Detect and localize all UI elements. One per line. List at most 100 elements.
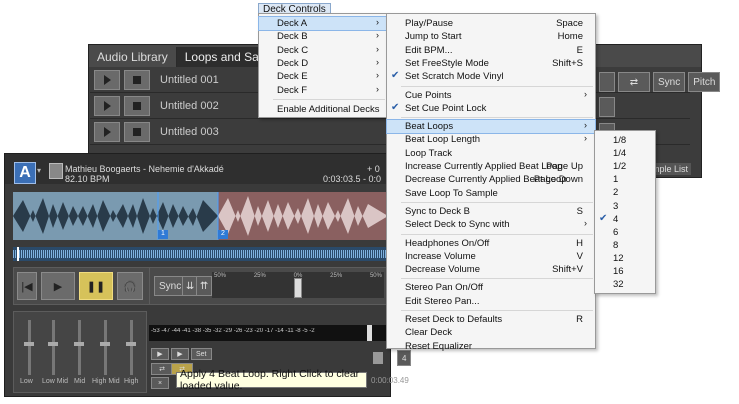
menu-item-jump-to-start[interactable]: Jump to Start Home (387, 30, 595, 43)
menu-item-save-loop-to-sample[interactable]: Save Loop To Sample (387, 187, 595, 200)
menu-item-headphones-on-off[interactable]: Headphones On/Off H (387, 237, 595, 250)
play-button[interactable] (94, 122, 120, 142)
menu-item-deck-c[interactable]: Deck C › (259, 44, 387, 57)
menu-item-reset-deck-to-defaults[interactable]: Reset Deck to Defaults R (387, 313, 595, 326)
menu-item-label: 12 (613, 252, 624, 264)
fader-knob[interactable] (24, 342, 34, 346)
menu-item-label: 1/4 (613, 148, 627, 160)
menu-item-set-cue-point-lock[interactable]: Set Cue Point Lock ✔ (387, 102, 595, 115)
menu-item-12[interactable]: 12 (595, 252, 655, 265)
fader-knob[interactable] (48, 342, 58, 346)
menu-item-16[interactable]: 16 (595, 265, 655, 278)
headphones-button[interactable]: 🎧 (117, 272, 143, 300)
loop-button[interactable]: ⇄ (618, 72, 650, 92)
menu-item-label: 6 (613, 226, 619, 238)
menu-item-decrease-currently-applied-beat-loop[interactable]: Decrease Currently Applied Beat Loop Page… (387, 173, 595, 186)
menu-separator (401, 117, 593, 119)
menu-item-reset-equalizer[interactable]: Reset Equalizer (387, 340, 595, 353)
menu-item-clear-deck[interactable]: Clear Deck (387, 326, 595, 339)
menu-item-1-2[interactable]: 1/2 (595, 160, 655, 173)
menu-item-32[interactable]: 32 (595, 278, 655, 291)
set-button[interactable]: Set (191, 348, 212, 360)
menu-item-deck-e[interactable]: Deck E › (259, 70, 387, 83)
menu-item-increase-volume[interactable]: Increase Volume V (387, 250, 595, 263)
cue-marker-2[interactable]: 2 (218, 230, 228, 239)
menu-item-edit-bpm[interactable]: Edit BPM... E (387, 44, 595, 57)
eq-fader-high[interactable] (126, 320, 136, 375)
eq-fader-high-mid[interactable] (100, 320, 110, 375)
menu-item-enable-additional-decks[interactable]: Enable Additional Decks (259, 103, 387, 116)
menu-item-deck-b[interactable]: Deck B › (259, 30, 387, 43)
menu-item-loop-track[interactable]: Loop Track (387, 147, 595, 160)
loop-step-button[interactable]: ▶ (171, 348, 189, 360)
rewind-button[interactable]: |◀ (17, 272, 37, 300)
menu-item-deck-d[interactable]: Deck D › (259, 57, 387, 70)
menu-item-shortcut: E (576, 44, 583, 56)
deck-letter[interactable]: A (14, 162, 36, 184)
menu-item-stereo-pan-on-off[interactable]: Stereo Pan On/Off (387, 281, 595, 294)
menu-item-set-freestyle-mode[interactable]: Set FreeStyle Mode Shift+S (387, 57, 595, 70)
pitch-slider[interactable]: 50% 25% 0% 25% 50% (212, 272, 384, 298)
menu-item-6[interactable]: 6 (595, 226, 655, 239)
menu-item-decrease-volume[interactable]: Decrease Volume Shift+V (387, 263, 595, 276)
menu-item-select-deck-to-sync-with[interactable]: Select Deck to Sync with › (387, 218, 595, 231)
menu-item-play-pause[interactable]: Play/Pause Space (387, 17, 595, 30)
tab-audio-library[interactable]: Audio Library (89, 47, 177, 67)
menu-item-label: Set FreeStyle Mode (405, 57, 489, 69)
dropdown-icon[interactable]: ▾ (37, 166, 41, 175)
menu-item-set-scratch-mode-vinyl[interactable]: Set Scratch Mode Vinyl ✔ (387, 70, 595, 83)
eq-fader-mid[interactable] (74, 320, 84, 375)
submenu-arrow-icon: › (376, 17, 379, 27)
menu-item-edit-stereo-pan[interactable]: Edit Stereo Pan... (387, 295, 595, 308)
menu-item-8[interactable]: 8 (595, 239, 655, 252)
pause-icon: ❚❚ (86, 280, 106, 293)
menu-item-shortcut: R (576, 314, 583, 325)
menu-item-beat-loop-length[interactable]: Beat Loop Length › (387, 133, 595, 146)
play-button[interactable] (94, 96, 120, 116)
play-button[interactable]: ▶ (41, 272, 75, 300)
lock-icon[interactable] (373, 352, 383, 364)
eq-label: Mid (74, 378, 86, 385)
loop-toggle-button[interactable]: ⇄ (151, 363, 173, 375)
menu-item-cue-points[interactable]: Cue Points › (387, 89, 595, 102)
menu-item-1-4[interactable]: 1/4 (595, 147, 655, 160)
menu-item-1-8[interactable]: 1/8 (595, 134, 655, 147)
menu-item-increase-currently-applied-beat-loop[interactable]: Increase Currently Applied Beat Loop Page… (387, 160, 595, 173)
fader-knob[interactable] (100, 342, 110, 346)
menu-item-label: Cue Points (405, 89, 452, 101)
menu-item-2[interactable]: 2 (595, 186, 655, 199)
submenu-arrow-icon: › (376, 43, 379, 54)
play-button[interactable] (94, 70, 120, 90)
menu-item-deck-a[interactable]: Deck A › (258, 16, 388, 31)
sync-button[interactable]: Sync (653, 72, 686, 92)
overview-waveform[interactable] (13, 247, 388, 261)
eq-fader-low[interactable] (24, 320, 34, 375)
pause-button[interactable]: ❚❚ (79, 272, 113, 300)
volume-meter[interactable]: -53 -47 -44 -41 -38 -35 -32 -29 -26 -23 … (149, 325, 388, 341)
menu-item-1[interactable]: 1 (595, 173, 655, 186)
loop-play-button[interactable]: ▶ (151, 348, 169, 360)
pitch-button[interactable]: Pitch (688, 72, 721, 92)
stop-button[interactable] (124, 70, 150, 90)
pitch-slider-handle[interactable] (294, 278, 302, 298)
close-loop-button[interactable]: × (151, 377, 169, 389)
menu-item-label: Increase Volume (405, 250, 476, 262)
waveform[interactable]: 1 2 (13, 192, 388, 240)
fader-knob[interactable] (74, 342, 84, 346)
menu-item-3[interactable]: 3 (595, 200, 655, 213)
menu-item-4[interactable]: 4 ✔ (595, 213, 655, 226)
row-title: Untitled 002 (160, 100, 219, 112)
menu-item-label: Reset Equalizer (405, 340, 473, 352)
volume-handle[interactable] (367, 325, 372, 341)
track-bpm: 82.10 BPM (65, 174, 110, 184)
pitch-up-button[interactable]: ⇈ (196, 276, 212, 296)
stop-button[interactable] (124, 122, 150, 142)
menu-item-sync-to-deck-b[interactable]: Sync to Deck B S (387, 205, 595, 218)
menu-item-deck-f[interactable]: Deck F › (259, 84, 387, 97)
fader-knob[interactable] (126, 342, 136, 346)
menu-item-label: 1/8 (613, 135, 627, 146)
eq-fader-low-mid[interactable] (48, 320, 58, 375)
cue-marker-1[interactable]: 1 (158, 230, 168, 239)
stop-button[interactable] (124, 96, 150, 116)
menu-item-beat-loops[interactable]: Beat Loops › (386, 119, 596, 135)
